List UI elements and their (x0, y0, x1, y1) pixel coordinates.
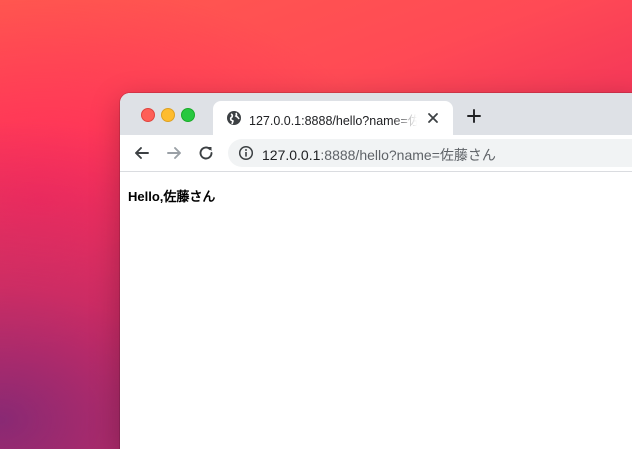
url-path: :8888/hello?name=佐藤さん (320, 147, 496, 163)
close-window-button[interactable] (141, 108, 155, 122)
maximize-window-button[interactable] (181, 108, 195, 122)
info-icon[interactable] (238, 145, 254, 161)
globe-icon (226, 110, 242, 126)
back-arrow-icon[interactable] (133, 144, 151, 162)
url-text[interactable]: 127.0.0.1:8888/hello?name=佐藤さん (262, 145, 496, 165)
browser-window: 127.0.0.1:8888/hello?name=佐藤さん (120, 93, 632, 449)
tab-strip: 127.0.0.1:8888/hello?name=佐藤さん (120, 93, 632, 135)
minimize-window-button[interactable] (161, 108, 175, 122)
forward-arrow-icon[interactable] (165, 144, 183, 162)
url-host: 127.0.0.1 (262, 147, 321, 163)
tab-active[interactable]: 127.0.0.1:8888/hello?name=佐藤さん (213, 101, 453, 135)
close-tab-icon[interactable] (425, 110, 441, 126)
plus-icon[interactable] (466, 108, 482, 124)
reload-icon[interactable] (197, 144, 215, 162)
address-bar[interactable]: 127.0.0.1:8888/hello?name=佐藤さん (228, 139, 632, 167)
page-body-text: Hello,佐藤さん (128, 189, 216, 204)
page-content: Hello,佐藤さん (120, 172, 632, 449)
tab-title: 127.0.0.1:8888/hello?name=佐藤さん (249, 114, 417, 128)
toolbar: 127.0.0.1:8888/hello?name=佐藤さん (120, 135, 632, 172)
